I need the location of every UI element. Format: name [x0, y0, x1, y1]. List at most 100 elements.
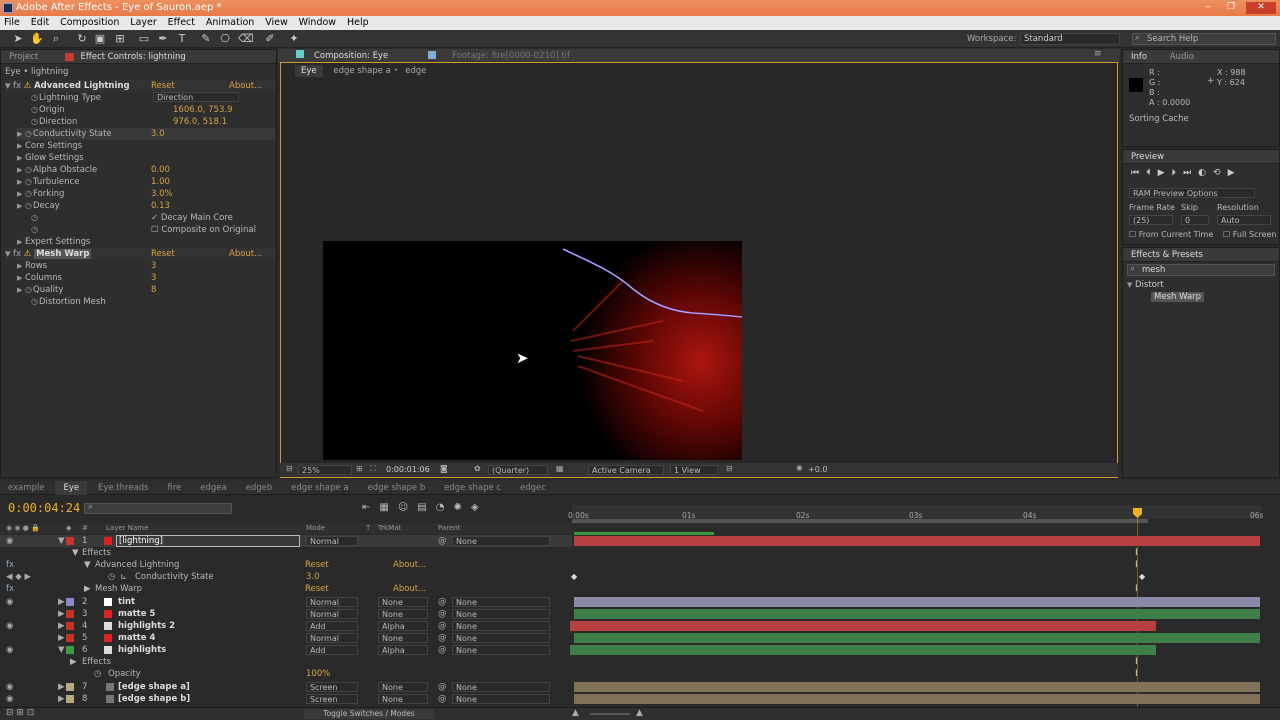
mode-select[interactable]: Normal: [306, 597, 358, 607]
tab-edge-shape-b[interactable]: edge shape b: [360, 481, 434, 495]
mode-select[interactable]: Normal: [306, 536, 358, 546]
rectangle-tool-icon[interactable]: ▭: [138, 33, 150, 45]
layer-bar-1[interactable]: [574, 536, 1260, 546]
group-core-settings[interactable]: ▶ Core Settings: [17, 140, 82, 152]
mode-select[interactable]: Normal: [306, 633, 358, 643]
reset-button[interactable]: Reset: [151, 80, 175, 92]
tab-edgeb[interactable]: edgeb: [238, 481, 281, 495]
camera-select[interactable]: Active Camera: [588, 465, 664, 475]
visibility-icon[interactable]: ◉: [6, 535, 13, 547]
tab-footage[interactable]: Footage: fire[0000-0210].tif: [452, 51, 570, 61]
layer-bar-6[interactable]: [570, 645, 1156, 655]
zoom-in-icon[interactable]: ▲: [636, 708, 643, 718]
trkmat-select[interactable]: None: [378, 633, 428, 643]
menu-help[interactable]: Help: [343, 16, 373, 30]
panel-menu-icon[interactable]: ≡: [1094, 49, 1102, 59]
decay-main-core-checkbox[interactable]: ✓ Decay Main Core: [151, 212, 233, 224]
menu-animation[interactable]: Animation: [202, 16, 258, 30]
label-color[interactable]: [66, 634, 74, 642]
parent-select[interactable]: None: [452, 621, 550, 631]
parent-select[interactable]: None: [452, 536, 550, 546]
pickwhip-icon[interactable]: @: [438, 632, 447, 644]
layer-name[interactable]: highlights 2: [118, 620, 175, 632]
parent-select[interactable]: None: [452, 597, 550, 607]
parent-select[interactable]: None: [452, 682, 550, 692]
effect-item-mesh-warp[interactable]: Mesh Warp: [1151, 292, 1205, 302]
effects-row[interactable]: ▼ Effects: [0, 547, 572, 559]
snapshot-icon[interactable]: ◙: [440, 464, 448, 473]
layer-row-7[interactable]: ◉ ▶ 7 [edge shape a] Screen None @ None: [0, 681, 572, 693]
pickwhip-icon[interactable]: @: [438, 608, 447, 620]
reset-button[interactable]: Reset: [305, 559, 329, 571]
decay-value[interactable]: 0.13: [151, 200, 170, 212]
mode-select[interactable]: Add: [306, 621, 358, 631]
pan-behind-tool-icon[interactable]: ⊞: [114, 33, 126, 45]
layer-row-5[interactable]: ▶ 5 matte 4 Normal None @ None: [0, 632, 572, 644]
lock-icon[interactable]: [64, 52, 74, 61]
workspace-select[interactable]: Standard: [1020, 33, 1120, 45]
tab-info[interactable]: Info: [1131, 52, 1147, 62]
forking-value[interactable]: 3.0%: [151, 188, 173, 200]
label-color[interactable]: [66, 683, 74, 691]
parent-select[interactable]: None: [452, 609, 550, 619]
label-color[interactable]: [66, 646, 74, 654]
menu-view[interactable]: View: [261, 16, 292, 30]
fx-icon[interactable]: fx: [6, 583, 14, 595]
quality-value[interactable]: 8: [151, 284, 156, 296]
label-color[interactable]: [66, 598, 74, 606]
loop-icon[interactable]: ⟲: [1213, 168, 1228, 178]
composite-on-original-checkbox[interactable]: ☐ Composite on Original: [151, 224, 256, 236]
tab-edgea[interactable]: edgea: [192, 481, 234, 495]
tab-audio[interactable]: Audio: [1170, 52, 1194, 62]
mode-select[interactable]: Add: [306, 645, 358, 655]
layer-bar-5[interactable]: [574, 633, 1260, 643]
stopwatch-icon[interactable]: ◷: [31, 224, 39, 236]
layer-name[interactable]: matte 5: [118, 608, 155, 620]
tab-edge-shape-c[interactable]: edge shape c: [436, 481, 509, 495]
alpha-obstacle-value[interactable]: 0.00: [151, 164, 170, 176]
clone-stamp-tool-icon[interactable]: ⎔: [219, 33, 231, 45]
adv-lightning-row[interactable]: fx ▼ Advanced Lightning Reset About...: [0, 559, 572, 571]
menu-effect[interactable]: Effect: [164, 16, 199, 30]
mode-select[interactable]: Screen: [306, 682, 358, 692]
conductivity-value[interactable]: 3.0: [151, 128, 165, 140]
mode-select[interactable]: Normal: [306, 609, 358, 619]
minimize-button[interactable]: ‒: [1198, 2, 1218, 14]
rows-value[interactable]: 3: [151, 260, 156, 272]
about-button[interactable]: About...: [393, 559, 426, 571]
visibility-icon[interactable]: ◉: [6, 596, 13, 608]
visibility-icon[interactable]: ◉: [6, 681, 13, 693]
search-help-input[interactable]: Search Help: [1132, 33, 1276, 45]
direction-value[interactable]: 976.0, 518.1: [173, 116, 227, 128]
fx-icon[interactable]: fx: [6, 559, 14, 571]
rotate-tool-icon[interactable]: ↻: [76, 33, 88, 45]
layer-row-6[interactable]: ◉ ▼ 6 highlights Add Alpha @ None: [0, 644, 572, 656]
from-current-time-checkbox[interactable]: ☐ From Current Time: [1129, 230, 1213, 239]
layer-row-1[interactable]: ◉ ▼ 1 [lightning] Normal @ None: [0, 535, 572, 547]
menu-composition[interactable]: Composition: [56, 16, 123, 30]
composition-viewer[interactable]: ➤: [323, 241, 742, 460]
play-icon[interactable]: ▶: [1158, 168, 1172, 178]
origin-value[interactable]: 1606.0, 753.9: [173, 104, 232, 116]
tab-example[interactable]: example: [0, 481, 53, 495]
resolution-select[interactable]: Auto: [1217, 215, 1271, 225]
mode-select[interactable]: Screen: [306, 694, 358, 704]
turbulence-value[interactable]: 1.00: [151, 176, 170, 188]
tab-project[interactable]: Project: [9, 52, 38, 62]
tab-fire[interactable]: fire: [159, 481, 189, 495]
prev-frame-icon[interactable]: ⏴: [1146, 168, 1158, 178]
layer-name[interactable]: matte 4: [118, 632, 155, 644]
parent-select[interactable]: None: [452, 694, 550, 704]
camera-tool-icon[interactable]: ▣: [94, 33, 106, 45]
puppet-tool-icon[interactable]: ✦: [288, 33, 300, 45]
crumb-eye[interactable]: Eye: [295, 65, 323, 77]
layer-row-2[interactable]: ◉ ▶ 2 tint Normal None @ None: [0, 596, 572, 608]
layout-icon[interactable]: ⊟: [726, 464, 733, 473]
layer-bar-8[interactable]: [574, 694, 1260, 704]
hand-tool-icon[interactable]: ✋: [30, 33, 44, 45]
trkmat-select[interactable]: Alpha: [378, 645, 428, 655]
crumb-edge[interactable]: edge: [405, 66, 426, 76]
visibility-icon[interactable]: ◉: [6, 693, 13, 705]
menu-layer[interactable]: Layer: [126, 16, 161, 30]
transparency-icon[interactable]: ▦: [556, 464, 564, 473]
